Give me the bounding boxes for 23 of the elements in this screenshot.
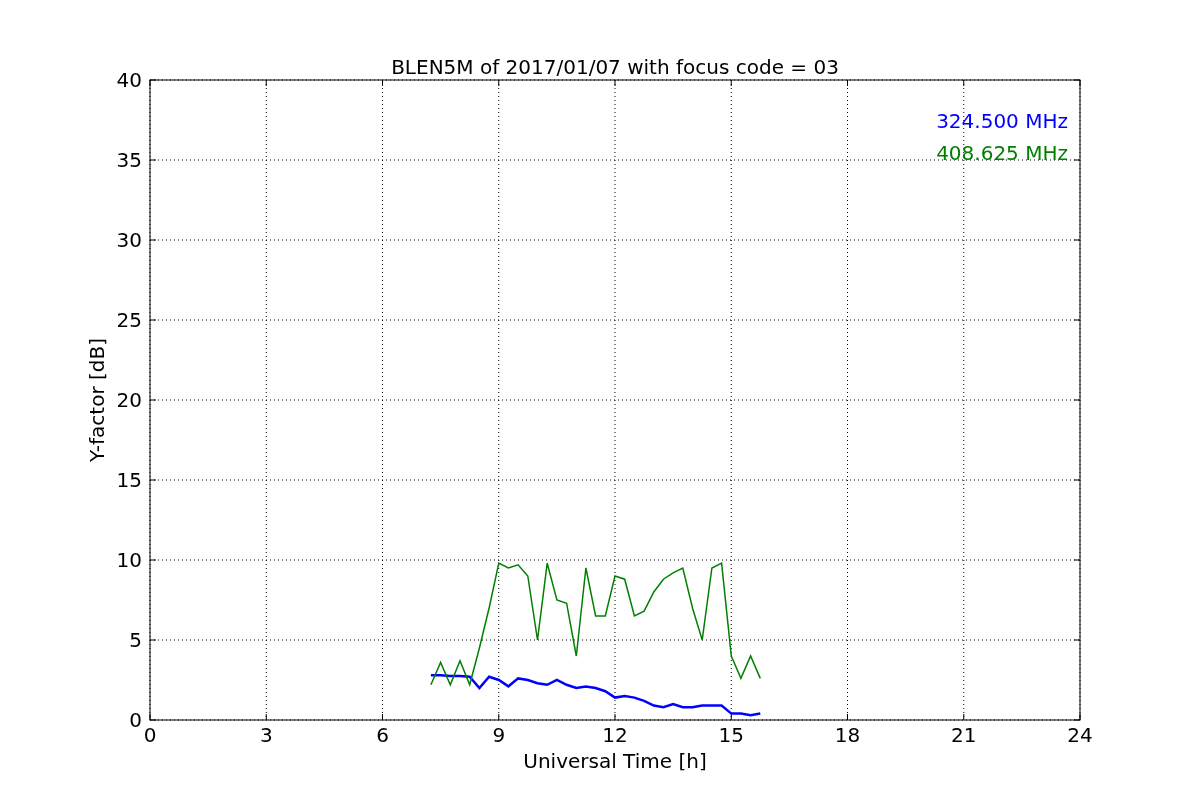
y-tick-label: 25 [116,308,142,332]
x-tick-label: 18 [834,723,861,747]
y-tick-label: 35 [116,148,142,172]
x-tick-label: 24 [1067,723,1093,747]
legend-label: 324.500 MHz [936,109,1068,133]
legend-label: 408.625 MHz [936,141,1068,165]
y-tick-label: 5 [129,628,142,652]
y-axis-label: Y-factor [dB] [85,338,109,462]
chart-title: BLEN5M of 2017/01/07 with focus code = 03 [391,55,839,79]
x-tick-label: 15 [718,723,744,747]
y-tick-label: 15 [116,468,142,492]
y-tick-label: 0 [129,708,142,732]
y-tick-label: 30 [116,228,142,252]
y-tick-label: 10 [116,548,142,572]
x-tick-label: 0 [143,723,157,747]
x-tick-label: 9 [492,723,506,747]
x-tick-label: 21 [951,723,977,747]
x-tick-label: 12 [602,723,628,747]
y-tick-label: 20 [116,388,142,412]
x-tick-label: 3 [259,723,273,747]
x-tick-label: 6 [376,723,389,747]
y-tick-label: 40 [116,68,142,92]
x-axis-label: Universal Time [h] [523,749,707,773]
